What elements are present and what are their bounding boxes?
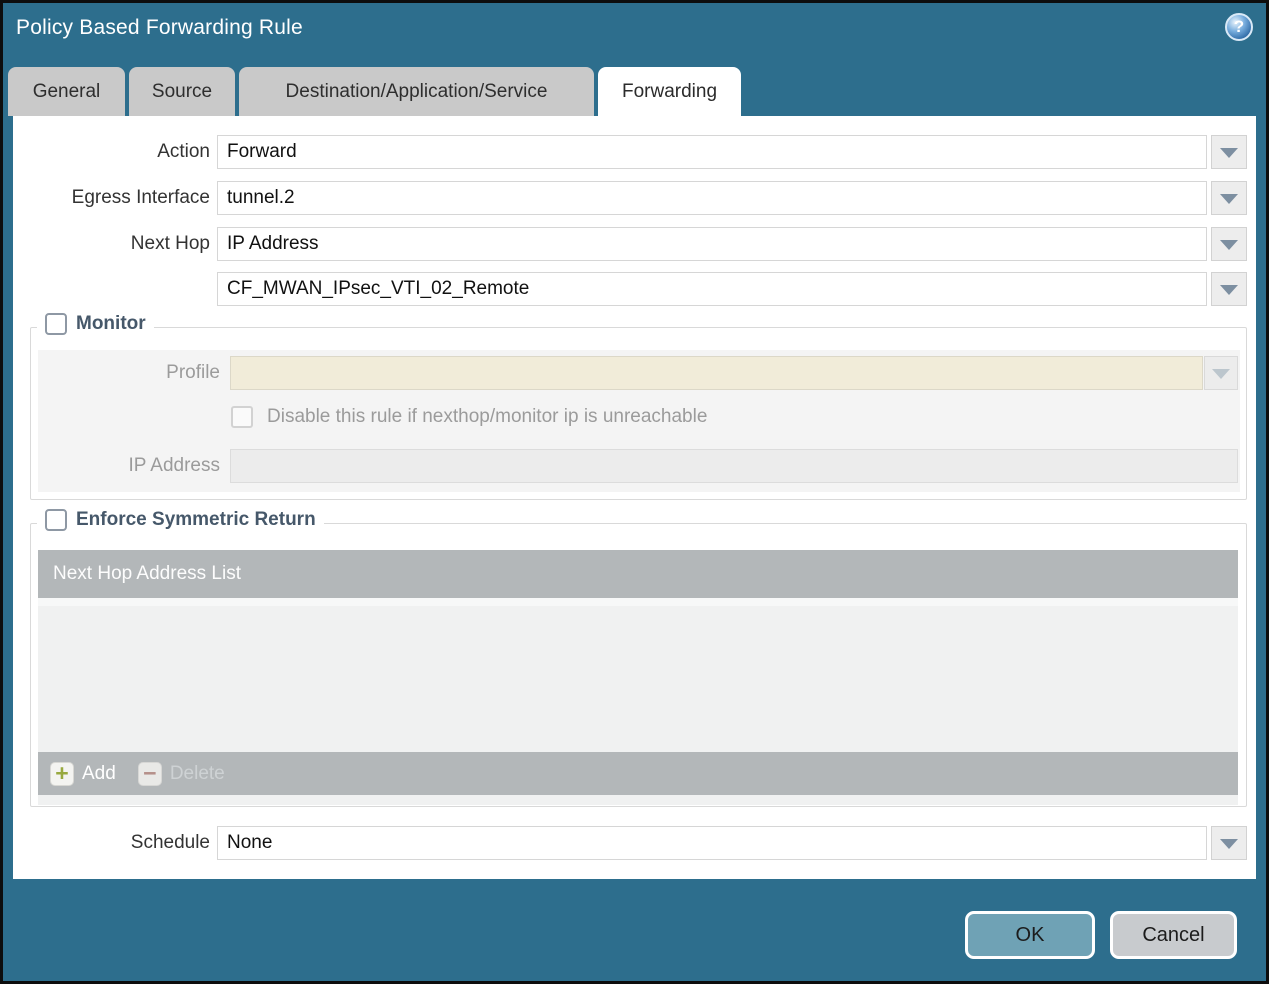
dialog-title: Policy Based Forwarding Rule bbox=[16, 16, 303, 39]
delete-button: − Delete bbox=[137, 761, 225, 786]
monitor-legend: Monitor bbox=[37, 313, 154, 335]
next-hop-dropdown-icon[interactable] bbox=[1211, 227, 1247, 261]
monitor-legend-label: Monitor bbox=[76, 313, 146, 334]
next-hop-address-list-toolbar: + Add − Delete bbox=[38, 752, 1238, 795]
next-hop-label: Next Hop bbox=[130, 233, 210, 254]
monitor-disabled-panel: Profile Disable this rule if nexthop/mon… bbox=[38, 350, 1240, 492]
tab-source[interactable]: Source bbox=[129, 67, 235, 116]
schedule-dropdown-icon[interactable] bbox=[1211, 826, 1247, 860]
enforce-symmetric-return-legend: Enforce Symmetric Return bbox=[37, 509, 324, 531]
schedule-select[interactable]: None bbox=[217, 826, 1207, 860]
schedule-label: Schedule bbox=[130, 832, 210, 853]
add-icon: + bbox=[50, 761, 74, 786]
disable-rule-checkbox bbox=[231, 406, 253, 428]
tab-destination-application-service[interactable]: Destination/Application/Service bbox=[239, 67, 594, 116]
profile-dropdown-icon bbox=[1204, 356, 1238, 390]
cancel-button[interactable]: Cancel bbox=[1110, 911, 1237, 959]
profile-label: Profile bbox=[166, 362, 220, 383]
next-hop-address-dropdown-icon[interactable] bbox=[1211, 272, 1247, 306]
next-hop-address-list-table: Next Hop Address List + Add − Delete bbox=[38, 550, 1238, 805]
table-scroll-strip bbox=[38, 795, 1238, 805]
help-icon[interactable]: ? bbox=[1225, 13, 1253, 41]
next-hop-address-list-body[interactable] bbox=[38, 598, 1238, 752]
tab-general[interactable]: General bbox=[8, 67, 125, 116]
disable-rule-label: Disable this rule if nexthop/monitor ip … bbox=[267, 406, 708, 427]
add-button-label: Add bbox=[82, 762, 116, 784]
monitor-checkbox[interactable] bbox=[45, 313, 67, 335]
monitor-ip-address-label: IP Address bbox=[128, 455, 220, 476]
ok-button[interactable]: OK bbox=[965, 911, 1095, 959]
monitor-ip-address-input bbox=[230, 449, 1238, 483]
next-hop-address-select[interactable]: CF_MWAN_IPsec_VTI_02_Remote bbox=[217, 272, 1207, 306]
monitor-section: Monitor Profile Disable this rule if nex… bbox=[30, 313, 1247, 500]
enforce-symmetric-return-checkbox[interactable] bbox=[45, 509, 67, 531]
enforce-symmetric-return-section: Enforce Symmetric Return Next Hop Addres… bbox=[30, 509, 1247, 807]
delete-icon: − bbox=[137, 761, 162, 786]
add-button[interactable]: + Add bbox=[50, 761, 116, 786]
tab-bar: General Source Destination/Application/S… bbox=[8, 67, 741, 116]
tab-forwarding[interactable]: Forwarding bbox=[598, 67, 741, 116]
dialog-policy-based-forwarding-rule: Policy Based Forwarding Rule ? General S… bbox=[0, 0, 1269, 984]
forwarding-tab-panel: Action Forward Egress Interface tunnel.2… bbox=[13, 116, 1256, 879]
delete-button-label: Delete bbox=[169, 762, 225, 784]
next-hop-address-list-header: Next Hop Address List bbox=[38, 550, 1238, 598]
action-select[interactable]: Forward bbox=[217, 135, 1207, 169]
egress-interface-dropdown-icon[interactable] bbox=[1211, 181, 1247, 215]
action-label: Action bbox=[157, 141, 210, 162]
next-hop-select[interactable]: IP Address bbox=[217, 227, 1207, 261]
action-dropdown-icon[interactable] bbox=[1211, 135, 1247, 169]
egress-interface-label: Egress Interface bbox=[71, 187, 210, 208]
profile-select bbox=[230, 356, 1203, 390]
egress-interface-select[interactable]: tunnel.2 bbox=[217, 181, 1207, 215]
enforce-symmetric-return-legend-label: Enforce Symmetric Return bbox=[76, 509, 316, 530]
